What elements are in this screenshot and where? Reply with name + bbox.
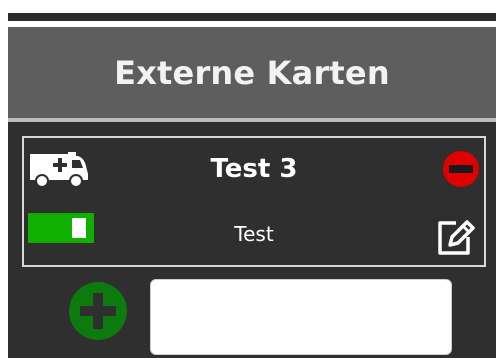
card-title: Test 3: [210, 154, 298, 184]
minus-circle-icon: [443, 151, 479, 187]
card-subtitle: Test: [234, 222, 274, 246]
plus-circle-icon: [69, 282, 127, 340]
edit-button[interactable]: [434, 217, 476, 261]
panel-title: Externe Karten: [114, 53, 390, 92]
new-card-name-input[interactable]: [150, 279, 452, 355]
external-cards-panel: Externe Karten Test 3 Test: [8, 27, 496, 358]
top-bar: [8, 13, 496, 21]
edit-icon: [438, 220, 475, 255]
add-card-button[interactable]: [68, 281, 128, 345]
remove-button[interactable]: [442, 150, 480, 192]
panel-header: Externe Karten: [8, 27, 496, 122]
external-card: Test 3 Test: [22, 136, 486, 267]
